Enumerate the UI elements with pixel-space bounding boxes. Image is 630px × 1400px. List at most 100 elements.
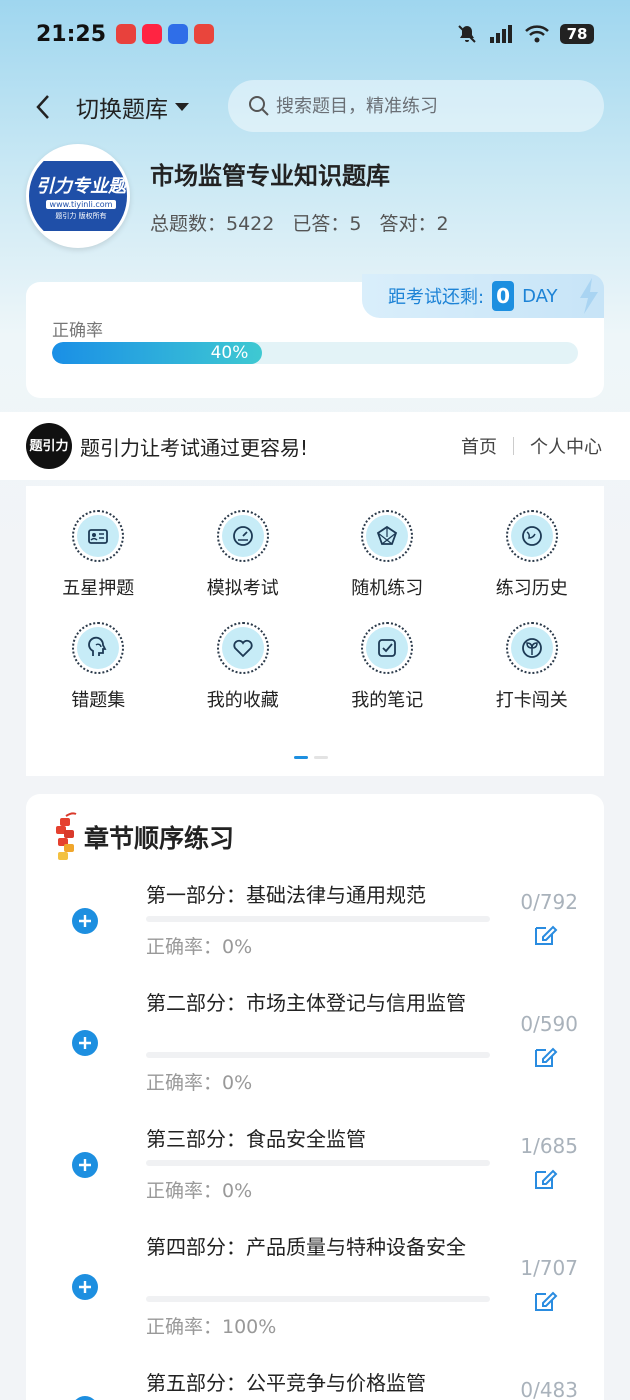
accuracy-card: 距考试还剩: 0 DAY 正确率 40% bbox=[26, 274, 604, 398]
sprout-icon bbox=[521, 638, 542, 658]
edit-icon[interactable] bbox=[532, 1044, 558, 1070]
chapter-accuracy: 正确率：0% bbox=[146, 936, 253, 958]
countdown-unit: DAY bbox=[522, 285, 558, 307]
search-icon bbox=[249, 96, 269, 116]
tool-label: 错题集 bbox=[71, 690, 126, 711]
tools-card: 五星押题 模拟考试 随机练习 练习历史错题集 我的收藏 我的笔记 打卡闯关 bbox=[26, 486, 604, 776]
tool-id-card[interactable]: 五星押题 bbox=[26, 510, 171, 600]
expand-button[interactable] bbox=[72, 1152, 98, 1178]
chapters-header: 章节顺序练习 bbox=[52, 812, 234, 862]
plus-icon bbox=[79, 1037, 91, 1049]
accuracy-label: 正确率 bbox=[52, 321, 103, 341]
tool-label: 练习历史 bbox=[495, 578, 568, 599]
search-bar[interactable] bbox=[228, 80, 604, 132]
divider bbox=[513, 437, 514, 455]
tool-icon-circle bbox=[510, 515, 553, 557]
history-icon bbox=[521, 526, 542, 546]
bank-title: 市场监管专业知识题库 bbox=[150, 162, 390, 190]
tool-icon-ring bbox=[72, 622, 125, 674]
page-indicator bbox=[294, 756, 328, 759]
back-button[interactable] bbox=[28, 92, 58, 122]
tool-icon-circle bbox=[221, 515, 264, 557]
chapter-count: 0/590 bbox=[520, 1012, 578, 1036]
tool-icon-ring bbox=[216, 622, 269, 674]
signal-icon bbox=[490, 25, 512, 43]
status-time: 21:25 bbox=[36, 21, 107, 47]
tool-label: 我的笔记 bbox=[351, 690, 424, 711]
total-questions: 总题数：5422 bbox=[150, 213, 275, 235]
chapter-count: 0/792 bbox=[520, 890, 578, 914]
tool-icon-circle bbox=[366, 515, 409, 557]
profile-link[interactable]: 个人中心 bbox=[530, 433, 602, 459]
edit-icon[interactable] bbox=[532, 922, 558, 948]
chapters-title: 章节顺序练习 bbox=[84, 824, 235, 853]
tool-icon-circle bbox=[221, 627, 264, 669]
lightning-icon bbox=[580, 278, 598, 314]
app-notification-icon bbox=[168, 24, 189, 44]
tool-head[interactable]: 错题集 bbox=[26, 622, 171, 712]
correct-count: 答对：2 bbox=[379, 213, 449, 235]
tool-random[interactable]: 随机练习 bbox=[315, 510, 460, 600]
tool-icon-circle bbox=[366, 627, 409, 669]
chapter-name: 第三部分：食品安全监管 bbox=[146, 1127, 366, 1151]
answered-count: 已答：5 bbox=[292, 213, 362, 235]
tool-icon-ring bbox=[361, 510, 414, 562]
edit-icon[interactable] bbox=[532, 1166, 558, 1192]
tool-heart[interactable]: 我的收藏 bbox=[171, 622, 316, 712]
tool-history[interactable]: 练习历史 bbox=[460, 510, 605, 600]
chapter-progress-bar bbox=[146, 916, 490, 922]
bank-logo: 引力专业题 www.tiyinli.com 题引力 版权所有 bbox=[26, 144, 130, 248]
chapter-name: 第二部分：市场主体登记与信用监管 bbox=[146, 991, 466, 1015]
home-link[interactable]: 首页 bbox=[461, 433, 497, 459]
search-input[interactable] bbox=[276, 95, 576, 117]
tool-sprout[interactable]: 打卡闯关 bbox=[460, 622, 605, 712]
switch-bank-dropdown[interactable]: 切换题库 bbox=[76, 90, 190, 124]
exam-countdown: 距考试还剩: 0 DAY bbox=[362, 274, 604, 318]
head-icon bbox=[88, 636, 107, 656]
tool-note[interactable]: 我的笔记 bbox=[315, 622, 460, 712]
tool-icon-ring bbox=[216, 510, 269, 562]
tool-label: 五星押题 bbox=[62, 578, 135, 599]
expand-button[interactable] bbox=[72, 1274, 98, 1300]
app-notification-icon bbox=[142, 24, 163, 44]
gauge-icon bbox=[232, 526, 253, 546]
logo-text: 引力专业题 bbox=[36, 175, 126, 197]
chapter-name: 第一部分：基础法律与通用规范 bbox=[146, 883, 426, 907]
chapter-progress-bar bbox=[146, 1052, 490, 1058]
tool-label: 模拟考试 bbox=[206, 578, 279, 599]
accuracy-percent: 40% bbox=[210, 343, 249, 363]
mute-bell-icon bbox=[458, 25, 476, 43]
top-navigation: 切换题库 bbox=[0, 80, 630, 134]
tools-grid: 五星押题 模拟考试 随机练习 练习历史错题集 我的收藏 我的笔记 打卡闯关 bbox=[26, 510, 604, 712]
expand-button[interactable] bbox=[72, 1396, 98, 1400]
edit-icon[interactable] bbox=[532, 1288, 558, 1314]
tool-gauge[interactable]: 模拟考试 bbox=[171, 510, 316, 600]
app-notification-icon bbox=[116, 24, 137, 44]
chapter-name: 第五部分：公平竞争与价格监管 bbox=[146, 1371, 426, 1395]
chapter-accuracy: 正确率：0% bbox=[146, 1180, 253, 1202]
accuracy-progress-bar: 40% bbox=[52, 342, 578, 364]
random-icon bbox=[377, 525, 398, 545]
accuracy-progress-fill: 40% bbox=[52, 342, 263, 364]
expand-button[interactable] bbox=[72, 1030, 98, 1056]
app-notification-icon bbox=[194, 24, 215, 44]
logo-subtext: 题引力 版权所有 bbox=[55, 211, 107, 220]
note-icon bbox=[378, 639, 397, 657]
heart-icon bbox=[233, 639, 253, 658]
notification-icons bbox=[116, 24, 215, 44]
page-dot-active bbox=[294, 756, 308, 759]
tool-label: 我的收藏 bbox=[206, 690, 279, 711]
chapter-progress-bar bbox=[146, 1160, 490, 1166]
chapter-accuracy: 正确率：0% bbox=[146, 1072, 253, 1094]
tool-icon-ring bbox=[505, 622, 558, 674]
chapter-count: 1/685 bbox=[520, 1134, 578, 1158]
expand-button[interactable] bbox=[72, 908, 98, 934]
chapter-count: 1/707 bbox=[520, 1256, 578, 1280]
page-dot bbox=[314, 756, 328, 759]
chapter-progress-bar bbox=[146, 1296, 490, 1302]
tool-icon-ring bbox=[72, 510, 125, 562]
switch-bank-label: 切换题库 bbox=[76, 97, 168, 123]
bank-header: 引力专业题 www.tiyinli.com 题引力 版权所有 市场监管专业知识题… bbox=[26, 144, 449, 248]
id-card-icon bbox=[88, 529, 109, 544]
caret-down-icon bbox=[175, 103, 189, 111]
